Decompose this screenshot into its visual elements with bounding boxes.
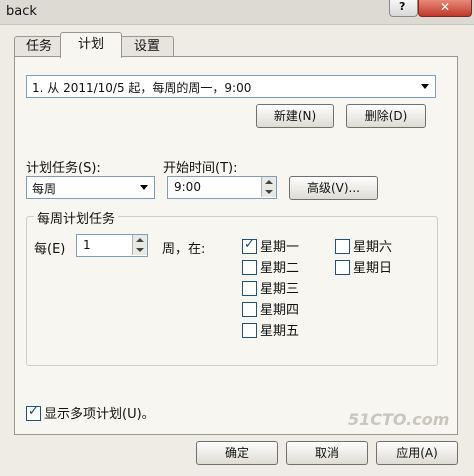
schedule-select[interactable]: 1. 从 2011/10/5 起，每周的周一，9:00 [26, 75, 436, 98]
label-thursday: 星期四 [260, 303, 300, 318]
start-time-field[interactable]: 9:00 [167, 176, 277, 199]
label-wednesday: 星期三 [260, 282, 300, 297]
chevron-down-icon [417, 77, 434, 96]
every-weeks-value: 1 [83, 238, 91, 252]
label-friday: 星期五 [260, 324, 300, 339]
schedule-summary: 1. 从 2011/10/5 起，每周的周一，9:00 [32, 81, 252, 95]
on-days-label: 周，在: [162, 242, 206, 257]
task-label: 计划任务(S): [26, 161, 101, 176]
tab-task[interactable]: 任务 [14, 36, 64, 57]
checkbox-tuesday[interactable] [242, 260, 257, 275]
delete-button[interactable]: 删除(D) [346, 104, 426, 128]
every-weeks-field[interactable]: 1 [76, 234, 148, 257]
show-multiple-label: 显示多项计划(U)。 [44, 407, 155, 422]
tab-schedule[interactable]: 计划 [60, 32, 122, 58]
apply-button[interactable]: 应用(A) [376, 441, 458, 465]
weekly-legend: 每周计划任务 [34, 208, 119, 227]
new-button[interactable]: 新建(N) [256, 104, 334, 128]
checkbox-sunday[interactable] [335, 260, 350, 275]
chevron-down-icon [136, 178, 153, 197]
task-value: 每周 [32, 182, 57, 196]
advanced-button[interactable]: 高级(V)... [289, 176, 378, 200]
window-title: back [6, 4, 37, 19]
question-icon: ? [399, 0, 406, 13]
checkbox-thursday[interactable] [242, 302, 257, 317]
checkbox-show-multiple[interactable] [26, 404, 41, 421]
spin-down-icon[interactable] [261, 187, 276, 197]
label-saturday: 星期六 [353, 240, 393, 255]
close-icon: ✕ [440, 0, 451, 14]
checkbox-monday[interactable] [242, 237, 257, 254]
cancel-button[interactable]: 取消 [286, 441, 368, 465]
tab-settings[interactable]: 设置 [120, 36, 174, 57]
spin-down-icon[interactable] [132, 245, 147, 255]
close-button[interactable]: ✕ [418, 0, 472, 17]
label-sunday: 星期日 [353, 261, 393, 276]
task-select[interactable]: 每周 [26, 176, 155, 199]
start-time-label: 开始时间(T): [163, 161, 238, 176]
label-monday: 星期一 [260, 240, 300, 255]
checkbox-friday[interactable] [242, 323, 257, 338]
checkbox-wednesday[interactable] [242, 281, 257, 296]
start-time-value: 9:00 [174, 180, 201, 194]
watermark-text: 51CTO.com [348, 410, 450, 429]
help-button[interactable]: ? [389, 0, 418, 17]
label-tuesday: 星期二 [260, 261, 300, 276]
checkbox-saturday[interactable] [335, 239, 350, 254]
ok-button[interactable]: 确定 [196, 441, 278, 465]
every-label: 每(E) [34, 242, 66, 257]
